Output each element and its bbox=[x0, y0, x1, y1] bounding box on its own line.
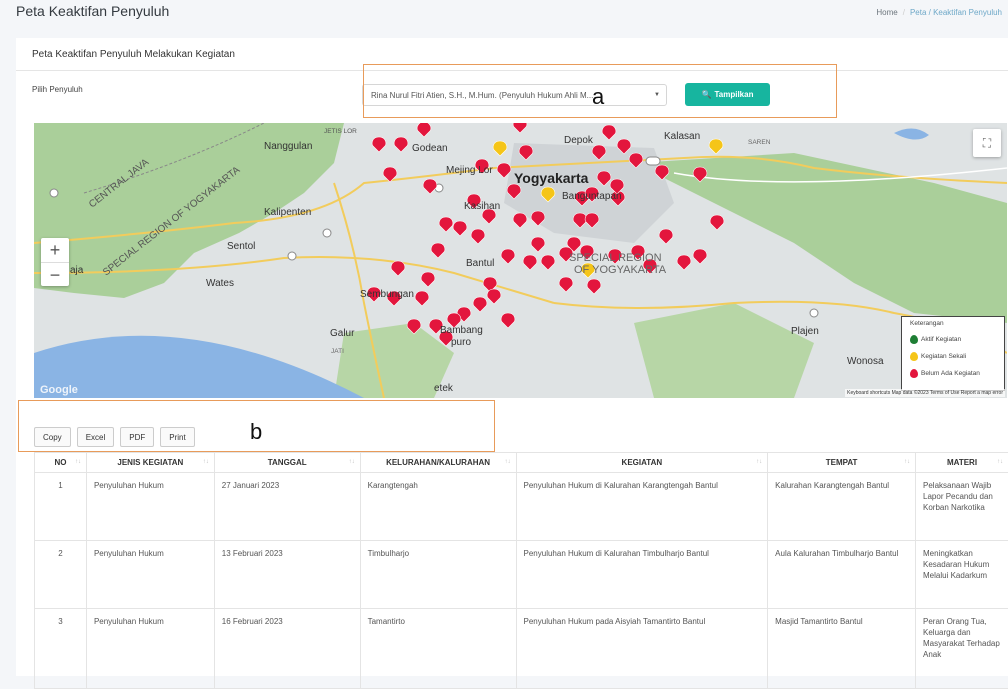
col-tempat[interactable]: TEMPAT↑↓ bbox=[768, 453, 916, 473]
sort-icon: ↑↓ bbox=[904, 459, 910, 465]
map-legend: Keterangan Aktif Kegiatan Kegiatan Sekal… bbox=[901, 316, 1005, 391]
red-marker-icon bbox=[910, 369, 918, 378]
cell-tempat: Kalurahan Karangtengah Bantul bbox=[768, 473, 916, 541]
map-label-puro: puro bbox=[451, 337, 471, 348]
map-label-kasihan: Kasihan bbox=[464, 201, 500, 212]
cell-tanggal: 27 Januari 2023 bbox=[214, 473, 360, 541]
map-label-mejing: Mejing Lor bbox=[446, 165, 493, 176]
pilih-penyuluh-label: Pilih Penyuluh bbox=[32, 85, 83, 94]
legend-label: Aktif Kegiatan bbox=[921, 336, 961, 343]
green-marker-icon bbox=[910, 335, 918, 344]
cell-kelurahan: Tamantirto bbox=[360, 609, 516, 689]
activity-table: NO↑↓ JENIS KEGIATAN↑↓ TANGGAL↑↓ KELURAHA… bbox=[34, 452, 1008, 689]
map-label-galur: Galur bbox=[330, 328, 355, 339]
map-label-plajen: Plajen bbox=[791, 326, 819, 337]
sort-icon: ↑↓ bbox=[203, 459, 209, 465]
legend-label: Belum Ada Kegiatan bbox=[921, 370, 980, 377]
breadcrumb-separator: / bbox=[903, 8, 905, 17]
sort-icon: ↑↓ bbox=[756, 459, 762, 465]
cell-no: 3 bbox=[35, 609, 87, 689]
map-canvas: JETIS LOR Nanggulan Godean Mejing Lor Yo… bbox=[34, 123, 1007, 398]
legend-item-sekali: Kegiatan Sekali bbox=[910, 348, 996, 365]
sort-icon: ↑↓ bbox=[349, 459, 355, 465]
map-label-of-yogyakarta: OF YOGYAKARTA bbox=[574, 264, 667, 276]
map[interactable]: JETIS LOR Nanggulan Godean Mejing Lor Yo… bbox=[34, 123, 1007, 398]
cell-tanggal: 16 Februari 2023 bbox=[214, 609, 360, 689]
map-label-kalipenten: Kalipenten bbox=[264, 207, 311, 218]
cell-no: 1 bbox=[35, 473, 87, 541]
cell-kelurahan: Karangtengah bbox=[360, 473, 516, 541]
cell-tempat: Aula Kalurahan Timbulharjo Bantul bbox=[768, 541, 916, 609]
cell-no: 2 bbox=[35, 541, 87, 609]
zoom-in-button[interactable]: + bbox=[41, 238, 69, 262]
card-title: Peta Keaktifan Penyuluh Melakukan Kegiat… bbox=[32, 49, 235, 60]
cell-kegiatan: Penyuluhan Hukum di Kalurahan Timbulharj… bbox=[516, 541, 768, 609]
table-header-row: NO↑↓ JENIS KEGIATAN↑↓ TANGGAL↑↓ KELURAHA… bbox=[35, 453, 1008, 473]
yellow-marker-icon bbox=[910, 352, 918, 361]
cell-jenis: Penyuluhan Hukum bbox=[86, 541, 214, 609]
legend-label: Kegiatan Sekali bbox=[921, 353, 966, 360]
breadcrumb-home[interactable]: Home bbox=[876, 8, 897, 17]
table-row: 3 Penyuluhan Hukum 16 Februari 2023 Tama… bbox=[35, 609, 1008, 689]
map-label-jetis: JETIS LOR bbox=[324, 128, 357, 135]
legend-title: Keterangan bbox=[910, 320, 996, 327]
zoom-control: + − bbox=[41, 238, 69, 286]
map-label-godean: Godean bbox=[412, 143, 448, 154]
map-label-special-region: SPECIAL REGION bbox=[569, 252, 662, 264]
cell-kegiatan: Penyuluhan Hukum di Kalurahan Karangteng… bbox=[516, 473, 768, 541]
map-label-jaja: aja bbox=[70, 265, 84, 276]
col-tanggal[interactable]: TANGGAL↑↓ bbox=[214, 453, 360, 473]
annotation-label-b: b bbox=[250, 419, 262, 445]
map-label-kalasan: Kalasan bbox=[664, 131, 700, 142]
cell-kegiatan: Penyuluhan Hukum pada Aisyiah Tamantirto… bbox=[516, 609, 768, 689]
cell-materi: Meningkatkan Kesadaran Hukum Melalui Kad… bbox=[916, 541, 1008, 609]
map-label-sentol: Sentol bbox=[227, 241, 255, 252]
map-label-wonosari: Wonosa bbox=[847, 356, 884, 367]
breadcrumb-current: Peta / Keaktifan Penyuluh bbox=[910, 8, 1002, 17]
map-label-saren: SAREN bbox=[748, 139, 771, 146]
sort-icon: ↑↓ bbox=[75, 459, 81, 465]
map-label-yogyakarta: Yogyakarta bbox=[514, 170, 589, 186]
map-label-banguntapan: Banguntapan bbox=[562, 191, 622, 202]
cell-tempat: Masjid Tamantirto Bantul bbox=[768, 609, 916, 689]
cell-jenis: Penyuluhan Hukum bbox=[86, 609, 214, 689]
cell-materi: Peran Orang Tua, Keluarga dan Masyarakat… bbox=[916, 609, 1008, 689]
map-label-bantul: Bantul bbox=[466, 258, 494, 269]
map-label-bambang: Bambang bbox=[440, 325, 483, 336]
col-jenis[interactable]: JENIS KEGIATAN↑↓ bbox=[86, 453, 214, 473]
cell-jenis: Penyuluhan Hukum bbox=[86, 473, 214, 541]
map-label-imogiri: etek bbox=[434, 383, 454, 394]
cell-kelurahan: Timbulharjo bbox=[360, 541, 516, 609]
main-card: Peta Keaktifan Penyuluh Melakukan Kegiat… bbox=[16, 38, 1008, 676]
col-kelurahan[interactable]: KELURAHAN/KALURAHAN↑↓ bbox=[360, 453, 516, 473]
page-title: Peta Keaktifan Penyuluh bbox=[16, 3, 169, 19]
fullscreen-icon[interactable]: ⛶ bbox=[973, 129, 1001, 157]
cell-tanggal: 13 Februari 2023 bbox=[214, 541, 360, 609]
map-label-jati: JATI bbox=[331, 348, 344, 355]
zoom-out-button[interactable]: − bbox=[41, 263, 69, 287]
map-label-sembungan: Sembungan bbox=[360, 289, 414, 300]
map-label-nanggulan: Nanggulan bbox=[264, 141, 312, 152]
col-materi[interactable]: MATERI↑↓ bbox=[916, 453, 1008, 473]
breadcrumb: Home / Peta / Keaktifan Penyuluh bbox=[876, 8, 1002, 17]
sort-icon: ↑↓ bbox=[997, 459, 1003, 465]
table-row: 1 Penyuluhan Hukum 27 Januari 2023 Karan… bbox=[35, 473, 1008, 541]
legend-item-aktif: Aktif Kegiatan bbox=[910, 331, 996, 348]
col-no[interactable]: NO↑↓ bbox=[35, 453, 87, 473]
google-logo: Google bbox=[40, 384, 78, 396]
map-label-depok: Depok bbox=[564, 135, 594, 146]
sort-icon: ↑↓ bbox=[505, 459, 511, 465]
cell-materi: Pelaksanaan Wajib Lapor Pecandu dan Korb… bbox=[916, 473, 1008, 541]
map-attribution[interactable]: Keyboard shortcuts Map data ©2023 Terms … bbox=[845, 389, 1005, 397]
annotation-label-a: a bbox=[592, 84, 604, 110]
map-label-wates: Wates bbox=[206, 278, 234, 289]
legend-item-belum: Belum Ada Kegiatan bbox=[910, 365, 996, 382]
col-kegiatan[interactable]: KEGIATAN↑↓ bbox=[516, 453, 768, 473]
table-row: 2 Penyuluhan Hukum 13 Februari 2023 Timb… bbox=[35, 541, 1008, 609]
top-header: Peta Keaktifan Penyuluh Home / Peta / Keak… bbox=[0, 0, 1008, 38]
